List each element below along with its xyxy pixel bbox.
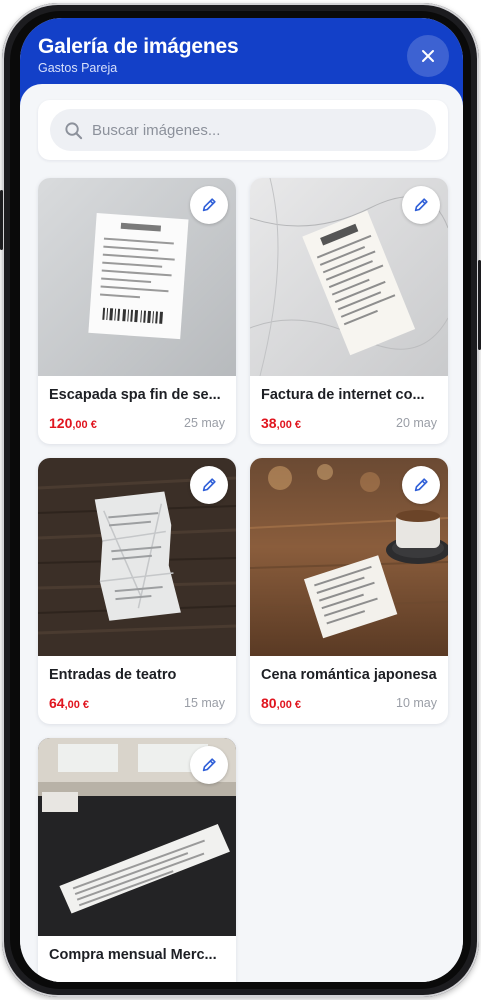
card-title: Factura de internet co... [261,387,425,403]
card-title: Entradas de teatro [49,667,177,683]
close-icon [422,50,434,62]
page-subtitle: Gastos Pareja [38,61,118,75]
card-amount: 80,00 € [261,695,302,711]
card-amount: 38,00 € [261,415,302,431]
search-input[interactable] [92,121,436,139]
edit-button[interactable] [190,466,228,504]
card-title: Compra mensual Merc... [49,947,217,963]
card-title: Cena romántica japonesa [261,667,437,683]
edit-button[interactable] [402,466,440,504]
app-screen: Galería de imágenes Gastos Pareja Buscar… [20,18,463,982]
card-amount: 64,00 € [49,695,90,711]
pencil-icon [414,478,428,492]
gallery-card[interactable]: Factura de internet co... 38,00 € 20 may [250,178,448,444]
card-date: 25 may [184,416,225,430]
edit-button[interactable] [190,746,228,784]
gallery-card[interactable]: Cena romántica japonesa 80,00 € 10 may [250,458,448,724]
card-date: 15 may [184,696,225,710]
card-title: Escapada spa fin de se... [49,387,221,403]
pencil-icon [202,478,216,492]
edit-button[interactable] [190,186,228,224]
close-button[interactable] [407,35,449,77]
gallery-card[interactable]: Entradas de teatro 64,00 € 15 may [38,458,236,724]
pencil-icon [202,198,216,212]
card-amount: 120,00 € [49,415,97,431]
volume-button [0,190,3,250]
card-date: 20 may [396,416,437,430]
card-date: 10 may [396,696,437,710]
gallery-card[interactable]: Escapada spa fin de se... 120,00 € 25 ma… [38,178,236,444]
search-bar [38,100,448,160]
pencil-icon [202,758,216,772]
search-icon [63,120,83,140]
pencil-icon [414,198,428,212]
search-field[interactable] [50,109,436,151]
gallery-card[interactable]: Compra mensual Merc... [38,738,236,982]
page-title: Galería de imágenes [38,35,239,58]
edit-button[interactable] [402,186,440,224]
gallery-sheet: Escapada spa fin de se... 120,00 € 25 ma… [20,84,463,982]
